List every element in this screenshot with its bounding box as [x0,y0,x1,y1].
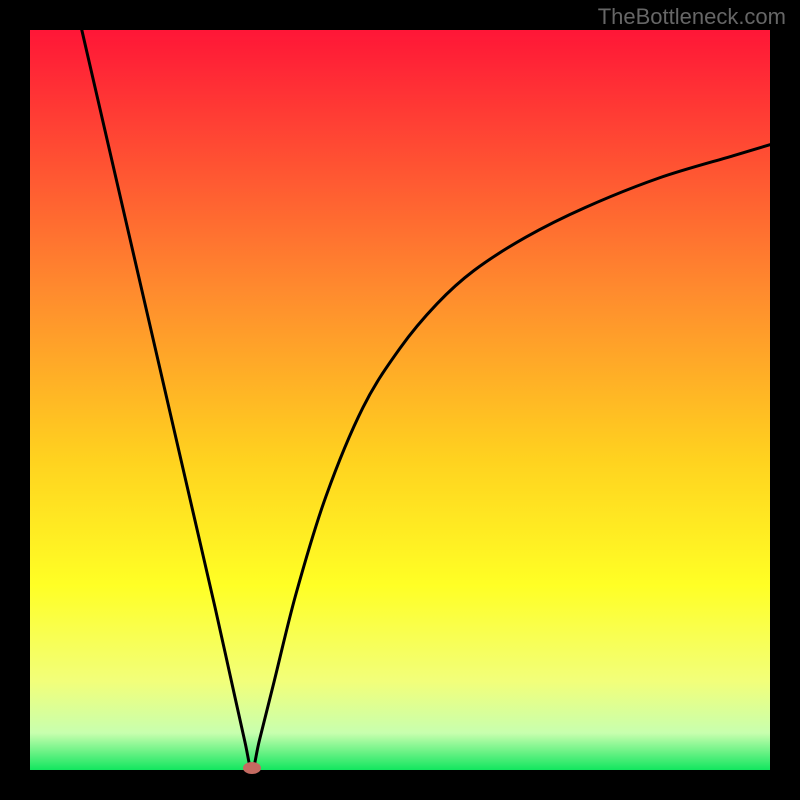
minimum-marker [243,762,261,774]
chart-container: TheBottleneck.com [0,0,800,800]
plot-background [30,30,770,770]
bottleneck-chart [0,0,800,800]
watermark-text: TheBottleneck.com [598,4,786,30]
